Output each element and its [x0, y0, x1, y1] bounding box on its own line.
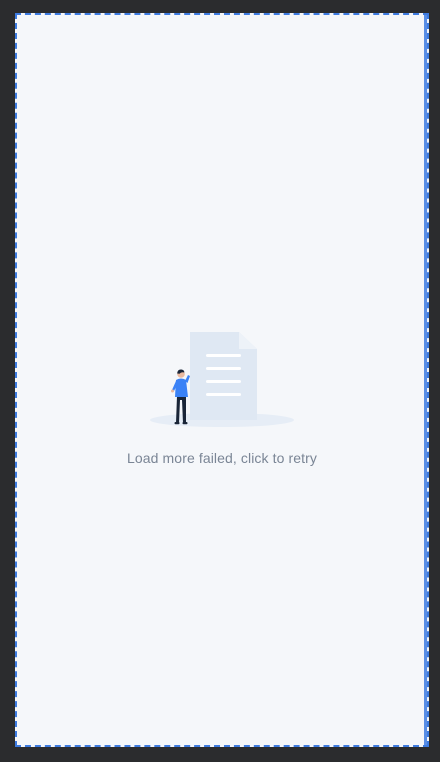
empty-document-illustration-icon	[150, 332, 294, 427]
document-icon	[190, 332, 257, 420]
app-screen: Load more failed, click to retry	[15, 13, 429, 747]
retry-message[interactable]: Load more failed, click to retry	[127, 450, 317, 466]
load-more-failed-state[interactable]: Load more failed, click to retry	[17, 320, 427, 466]
